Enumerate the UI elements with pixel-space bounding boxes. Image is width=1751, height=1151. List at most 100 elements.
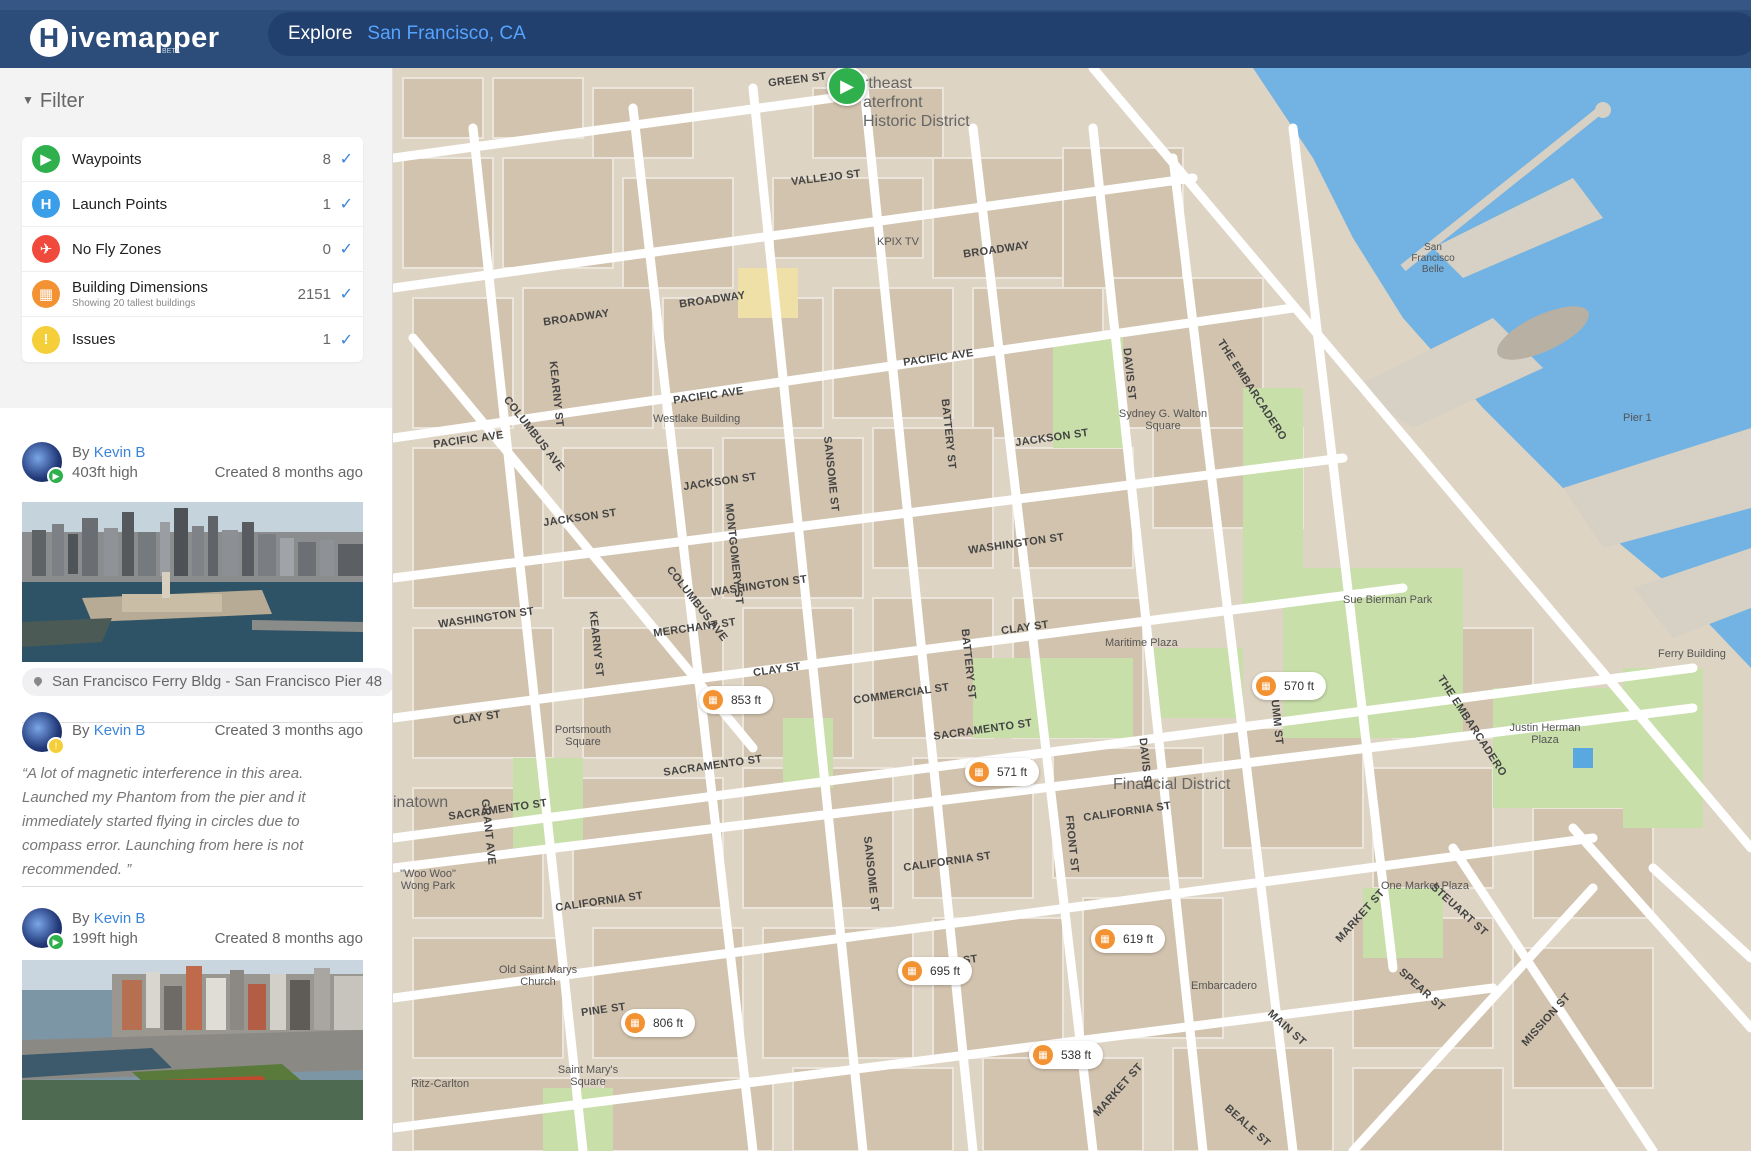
- filter-item-label: No Fly Zones: [72, 240, 162, 258]
- building-icon: ▦: [1256, 676, 1276, 696]
- district-line: aterfront: [863, 94, 923, 111]
- place-label: Ritz-Carlton: [411, 1078, 470, 1090]
- building-height-tag[interactable]: ▦ 538 ft: [1029, 1041, 1104, 1069]
- filter-item-label: Issues: [72, 331, 116, 348]
- map-canvas[interactable]: [393, 68, 1751, 1151]
- place-label: KPIX TV: [877, 236, 919, 248]
- check-icon[interactable]: ✓: [340, 284, 353, 304]
- divider: [22, 886, 363, 887]
- by-prefix: By: [72, 444, 90, 461]
- filter-item-building-dimensions[interactable]: ▦ Building Dimensions Showing 20 tallest…: [22, 272, 363, 317]
- post-height: 199ft high: [72, 930, 138, 947]
- waypoint-badge-icon: ▶: [47, 467, 65, 485]
- avatar[interactable]: ▶: [22, 908, 65, 951]
- building-height: 853 ft: [731, 693, 762, 707]
- district-label: rtheast aterfront Historic District: [863, 74, 970, 131]
- place-label: inatown: [393, 794, 449, 811]
- post-author-line: By Kevin B: [72, 910, 145, 927]
- building-height: 619 ft: [1123, 932, 1154, 946]
- explore-bar[interactable]: Explore: [268, 12, 1751, 56]
- building-height-tag[interactable]: ▦ 806 ft: [621, 1009, 696, 1037]
- building-height-tag[interactable]: ▦ 571 ft: [965, 758, 1040, 786]
- district-line: Historic District: [863, 113, 970, 130]
- filter-item-count: 0: [322, 240, 331, 258]
- map-view[interactable]: rtheast aterfront Historic District Fina…: [393, 68, 1751, 1151]
- sidebar: ▼ Filter ▶ Waypoints 8 ✓ H Launch Points …: [0, 68, 393, 1151]
- place-label: Embarcadero: [1191, 980, 1258, 992]
- post-author-line: By Kevin B: [72, 444, 145, 461]
- building-height: 806 ft: [653, 1016, 684, 1030]
- filter-item-no-fly-zones[interactable]: ✈ No Fly Zones 0 ✓: [22, 227, 363, 272]
- hivemapper-logo[interactable]: H ivemapper: [30, 14, 220, 62]
- flag-icon: ▶: [840, 75, 854, 96]
- place-label: Portsmouth Square: [554, 724, 612, 748]
- logo-mark: H: [30, 19, 68, 57]
- building-height-tag[interactable]: ▦ 695 ft: [898, 957, 973, 985]
- post-author-line: By Kevin B: [72, 722, 145, 739]
- filter-item-label: Waypoints: [72, 150, 142, 168]
- post-quote: “A lot of magnetic interference in this …: [22, 765, 306, 878]
- location-pin-icon: [32, 675, 44, 687]
- filter-list: ▶ Waypoints 8 ✓ H Launch Points 1 ✓ ✈ No…: [22, 137, 363, 362]
- district-line: rtheast: [863, 75, 912, 92]
- place-label: "Woo Woo" Wong Park: [400, 868, 456, 892]
- check-icon[interactable]: ✓: [340, 194, 353, 214]
- building-height: 695 ft: [930, 964, 961, 978]
- building-height: 570 ft: [1284, 679, 1315, 693]
- filter-item-waypoints[interactable]: ▶ Waypoints 8 ✓: [22, 137, 363, 182]
- place-label: Sue Bierman Park: [1343, 594, 1433, 606]
- place-label: Saint Mary's Square: [557, 1064, 619, 1088]
- building-height-tag[interactable]: ▦ 853 ft: [699, 686, 774, 714]
- post-created: Created 8 months ago: [214, 930, 363, 947]
- filter-item-launch-points[interactable]: H Launch Points 1 ✓: [22, 182, 363, 227]
- filter-item-label: Launch Points: [72, 195, 168, 213]
- post-height: 403ft high: [72, 464, 138, 481]
- aerial-photo-embarcadero: [22, 960, 363, 1120]
- filter-item-label: Building Dimensions: [72, 279, 208, 296]
- location-input[interactable]: [367, 23, 868, 45]
- check-icon[interactable]: ✓: [340, 330, 353, 350]
- building-icon: ▦: [703, 690, 723, 710]
- top-header: H ivemapper BETA Explore: [0, 0, 1751, 68]
- place-label: Pier 1: [1623, 412, 1652, 424]
- post-photo[interactable]: [22, 502, 363, 662]
- filter-title: Filter: [39, 90, 85, 112]
- avatar[interactable]: ▶: [22, 442, 65, 485]
- post-photo[interactable]: [22, 960, 363, 1120]
- warning-badge-icon: !: [47, 737, 65, 755]
- check-icon[interactable]: ✓: [340, 239, 353, 259]
- post-location[interactable]: San Francisco Ferry Bldg - San Francisco…: [22, 668, 392, 696]
- author-link[interactable]: Kevin B: [94, 910, 146, 927]
- author-link[interactable]: Kevin B: [94, 722, 146, 739]
- building-icon: ▦: [625, 1013, 645, 1033]
- building-icon: ▦: [969, 762, 989, 782]
- location-text: San Francisco Ferry Bldg - San Francisco…: [52, 673, 383, 690]
- building-height-tag[interactable]: ▦ 619 ft: [1091, 925, 1166, 953]
- filter-item-issues[interactable]: ! Issues 1 ✓: [22, 317, 363, 362]
- filter-item-count: 1: [322, 195, 331, 213]
- waypoint-badge-icon: ▶: [47, 933, 65, 951]
- triangle-down-icon: ▼: [22, 93, 34, 107]
- by-prefix: By: [72, 722, 90, 739]
- aerial-photo-ferry: [22, 502, 363, 662]
- filter-item-count: 1: [322, 331, 331, 348]
- flag-icon: ▶: [32, 145, 60, 173]
- building-icon: ▦: [1033, 1045, 1053, 1065]
- building-icon: ▦: [902, 961, 922, 981]
- check-icon[interactable]: ✓: [340, 149, 353, 169]
- place-label: Old Saint Marys Church: [498, 964, 578, 988]
- by-prefix: By: [72, 910, 90, 927]
- building-icon: ▦: [32, 280, 60, 308]
- post-created: Created 8 months ago: [214, 464, 363, 481]
- post-created: Created 3 months ago: [214, 722, 363, 739]
- beta-label: BETA: [162, 48, 180, 55]
- author-link[interactable]: Kevin B: [94, 444, 146, 461]
- building-icon: ▦: [1095, 929, 1115, 949]
- place-label: Sydney G. Walton Square: [1118, 408, 1208, 432]
- airplane-icon: ✈: [32, 235, 60, 263]
- district-label: Financial District: [1113, 776, 1231, 793]
- filter-toggle[interactable]: ▼ Filter: [22, 90, 84, 113]
- avatar[interactable]: !: [22, 712, 65, 755]
- building-height-tag[interactable]: ▦ 570 ft: [1252, 672, 1327, 700]
- place-label: One Market Plaza: [1381, 880, 1470, 892]
